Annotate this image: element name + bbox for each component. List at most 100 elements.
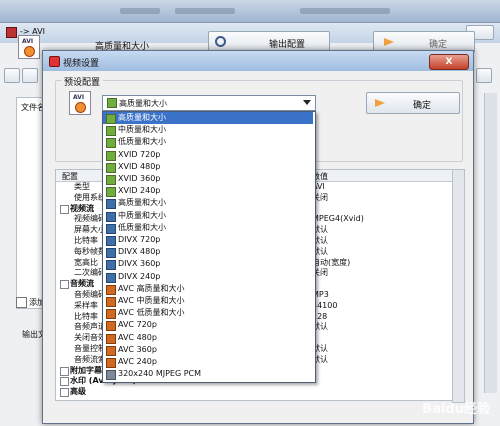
dropdown-item[interactable]: DIVX 720p	[103, 234, 313, 246]
dropdown-item[interactable]: 低质量和大小	[103, 222, 313, 234]
dialog-ok-label: 确定	[413, 101, 432, 111]
dropdown-item-label: DIVX 240p	[118, 271, 161, 281]
grid-row-value[interactable]: 关闭	[312, 268, 450, 278]
dropdown-item[interactable]: 中质量和大小	[103, 210, 313, 222]
dropdown-item[interactable]: AVC 中质量和大小	[103, 295, 313, 307]
grid-scrollbar[interactable]	[452, 169, 465, 403]
collapse-icon[interactable]	[60, 204, 69, 214]
grid-row-value[interactable]: 默认	[312, 355, 450, 365]
add-checkbox[interactable]	[16, 297, 27, 308]
dropdown-item[interactable]: 高质量和大小	[103, 112, 313, 124]
grid-row-value[interactable]	[312, 279, 450, 289]
divx-icon	[106, 211, 116, 222]
avc-icon	[106, 333, 116, 344]
background-taskbar	[0, 0, 500, 24]
dropdown-item-label: XVID 480p	[118, 161, 161, 171]
dropdown-item[interactable]: AVC 720p	[103, 319, 313, 332]
dropdown-item-label: XVID 360p	[118, 174, 161, 183]
grid-row-value[interactable]: MPEG4(Xvid)	[312, 214, 450, 224]
mjpeg-icon	[106, 370, 116, 381]
dropdown-item[interactable]: XVID 480p	[103, 161, 313, 173]
expand-icon[interactable]	[60, 366, 69, 376]
xvid-icon	[106, 114, 116, 124]
dropdown-item-label: 高质量和大小	[118, 113, 166, 122]
preset-selected-value: 高质量和大小	[119, 99, 167, 108]
grid-group-row[interactable]: 高级	[60, 387, 320, 397]
dropdown-item-label: 低质量和大小	[118, 222, 166, 232]
divx-icon	[106, 223, 116, 234]
chevron-down-icon[interactable]	[303, 100, 311, 105]
dropdown-item[interactable]: DIVX 480p	[103, 246, 313, 259]
grid-row-value[interactable]	[312, 376, 450, 386]
grid-row-value[interactable]: MP3	[312, 290, 450, 300]
dropdown-item-label: AVC 360p	[118, 344, 157, 354]
dropdown-item[interactable]: AVC 360p	[103, 344, 313, 356]
dropdown-item[interactable]: AVC 低质量和大小	[103, 307, 313, 320]
xvid-icon	[106, 175, 116, 185]
preset-dropdown-list[interactable]: 高质量和大小 中质量和大小 低质量和大小 XVID 720p XVID 480p XVID…	[102, 111, 316, 383]
grid-row-value[interactable]: 默认	[312, 225, 450, 235]
dropdown-item[interactable]: 320x240 MJPEG PCM	[103, 368, 313, 381]
dropdown-item-label: AVC 中质量和大小	[118, 296, 185, 305]
divx-icon	[106, 199, 116, 210]
back-ok-label: 确定	[429, 40, 448, 50]
dropdown-item-label: DIVX 480p	[118, 247, 161, 257]
grid-row-value[interactable]	[312, 387, 450, 397]
grid-row-value[interactable]: 默认	[312, 322, 450, 332]
back-scrollbar[interactable]	[484, 93, 497, 393]
dialog-close-button[interactable]: X	[429, 54, 469, 70]
dropdown-item[interactable]: 高质量和大小	[103, 197, 313, 210]
dialog-app-icon	[49, 56, 60, 67]
preset-dropdown[interactable]: 高质量和大小	[102, 95, 316, 111]
dropdown-item-label: AVC 240p	[118, 357, 157, 366]
dropdown-item[interactable]: DIVX 240p	[103, 271, 313, 283]
toolbar-button-right[interactable]	[476, 68, 492, 83]
xvid-icon	[106, 138, 116, 149]
avi-logo-icon: AVI	[18, 35, 40, 59]
grid-row-value[interactable]: 默认	[312, 344, 450, 354]
dropdown-item-label: 320x240 MJPEG PCM	[118, 369, 202, 379]
dropdown-item[interactable]: 中质量和大小	[103, 124, 313, 137]
divx-icon	[106, 272, 116, 283]
grid-row-value[interactable]: 默认	[312, 236, 450, 246]
divx-icon	[106, 260, 116, 271]
toolbar-button-2[interactable]	[22, 68, 38, 83]
grid-row-value[interactable]	[312, 204, 450, 214]
xvid-icon	[106, 162, 116, 173]
grid-value-column: AVI 关闭 MPEG4(Xvid) 默认 默认 默认 自动(宽度) 关闭 MP3 44100 12…	[312, 182, 450, 398]
grid-row-value[interactable]	[312, 366, 450, 376]
dropdown-item[interactable]: XVID 360p	[103, 173, 313, 185]
dropdown-item-label: AVC 低质量和大小	[118, 308, 185, 318]
output-config-label: 输出配置	[269, 40, 306, 50]
xvid-icon	[107, 98, 117, 108]
dropdown-item-label: 高质量和大小	[118, 198, 166, 208]
grid-row-value[interactable]: 关闭	[312, 193, 450, 203]
toolbar-button-1[interactable]	[4, 68, 20, 83]
avc-icon	[106, 309, 116, 320]
dropdown-item[interactable]: XVID 720p	[103, 149, 313, 161]
gear-icon	[215, 36, 226, 47]
dropdown-item[interactable]: AVC 高质量和大小	[103, 283, 313, 295]
expand-icon[interactable]	[60, 388, 69, 398]
dropdown-item[interactable]: XVID 240p	[103, 185, 313, 198]
dropdown-item-label: XVID 720p	[118, 149, 161, 159]
dropdown-item[interactable]: DIVX 360p	[103, 258, 313, 271]
grid-row-value[interactable]: 128	[312, 312, 450, 322]
dialog-titlebar: 视频设置 X	[43, 51, 473, 71]
dropdown-item[interactable]: AVC 240p	[103, 356, 313, 368]
grid-row-value[interactable]: 默认	[312, 247, 450, 257]
dropdown-item[interactable]: 低质量和大小	[103, 136, 313, 149]
dialog-title: 视频设置	[63, 59, 100, 69]
grid-row-value[interactable]	[312, 333, 450, 343]
dropdown-item[interactable]: AVC 480p	[103, 332, 313, 344]
dropdown-item-label: XVID 240p	[118, 186, 161, 196]
dropdown-item-label: DIVX 720p	[118, 235, 161, 244]
grid-row-value[interactable]: 自动(宽度)	[312, 258, 450, 268]
grid-row-value[interactable]: 44100	[312, 301, 450, 311]
grid-row-value[interactable]: AVI	[312, 182, 450, 192]
collapse-icon[interactable]	[60, 280, 69, 290]
avc-icon	[106, 284, 116, 295]
expand-icon[interactable]	[60, 377, 69, 387]
dropdown-item-label: 中质量和大小	[118, 125, 166, 135]
dialog-ok-button[interactable]: 确定	[366, 92, 460, 114]
